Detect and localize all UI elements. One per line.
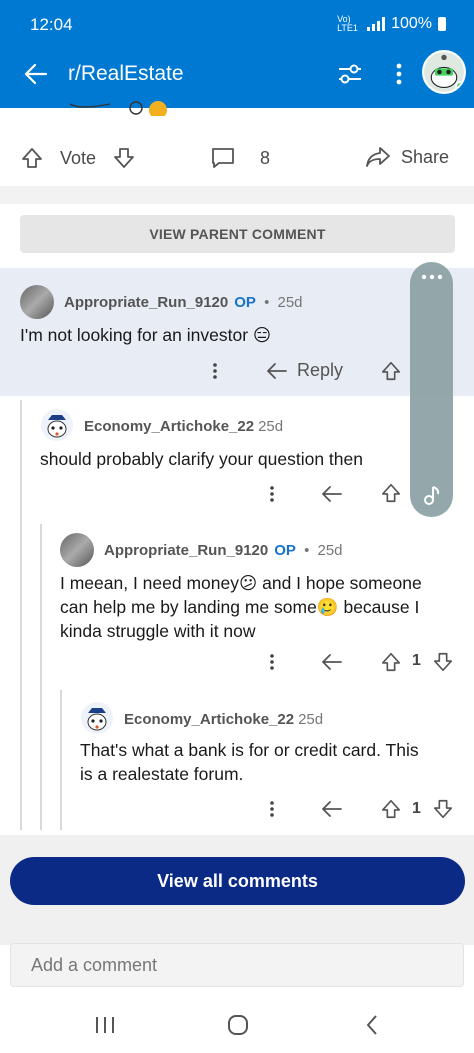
online-indicator xyxy=(455,81,464,91)
comment-age: 25d xyxy=(298,711,324,728)
reply-icon[interactable] xyxy=(320,799,344,819)
comments-button[interactable]: 8 xyxy=(210,146,270,170)
comment-author-line: Economy_Artichoke_22 25d xyxy=(124,711,323,728)
comment-author[interactable]: Appropriate_Run_9120 xyxy=(64,294,228,311)
reply-icon xyxy=(267,362,287,379)
floating-scroll-widget[interactable] xyxy=(410,262,453,517)
signal-icon xyxy=(367,17,386,31)
share-button[interactable]: Share xyxy=(365,146,449,168)
share-icon xyxy=(366,147,390,167)
upvote-icon[interactable] xyxy=(380,798,402,820)
comment-body-line: is a realestate forum. xyxy=(80,764,244,784)
reply-label: Reply xyxy=(297,360,344,380)
status-icons: Vo) LTE1 100% xyxy=(337,15,446,33)
comment-author[interactable]: Economy_Artichoke_22 xyxy=(84,418,254,435)
network-label: Vo) LTE1 xyxy=(337,14,358,33)
battery-icon xyxy=(438,17,446,31)
vote-label: Vote xyxy=(60,147,97,168)
op-badge: OP xyxy=(234,294,256,311)
comment-body-line: can help me by landing me some🥲 because … xyxy=(60,597,420,617)
recent-apps-icon[interactable] xyxy=(94,1015,116,1035)
avatar[interactable] xyxy=(40,408,74,442)
reply-icon[interactable] xyxy=(320,484,344,504)
thread-line xyxy=(60,690,62,830)
system-nav-bar xyxy=(0,997,474,1053)
comment-body-line: kinda struggle with it now xyxy=(60,621,256,641)
battery-label: 100% xyxy=(391,15,432,32)
comment-author[interactable]: Appropriate_Run_9120 xyxy=(104,542,268,559)
more-options-icon[interactable] xyxy=(392,60,406,88)
comment-body-line: I meean, I need money😕 and I hope someon… xyxy=(60,573,422,593)
downvote-icon[interactable] xyxy=(112,146,136,170)
subreddit-title[interactable]: r/RealEstate xyxy=(68,62,184,86)
add-comment-input[interactable]: Add a comment xyxy=(10,943,464,987)
comment-body: I'm not looking for an investor 😑 xyxy=(20,325,272,345)
comment-age: 25d xyxy=(258,418,284,435)
comment-body: should probably clarify your question th… xyxy=(40,449,363,469)
home-icon[interactable] xyxy=(227,1014,249,1036)
reply-icon[interactable] xyxy=(320,652,344,672)
status-time: 12:04 xyxy=(30,15,73,34)
filter-icon[interactable] xyxy=(337,61,363,87)
comment-icon xyxy=(212,148,234,168)
more-options-icon[interactable] xyxy=(266,652,278,672)
more-options-icon[interactable] xyxy=(266,799,278,819)
share-label: Share xyxy=(401,146,450,167)
comment-author-line: Economy_Artichoke_22 25d xyxy=(84,418,283,435)
section-divider xyxy=(0,186,474,204)
comment-author[interactable]: Economy_Artichoke_22 xyxy=(124,711,294,728)
post-body-fragment xyxy=(40,100,170,116)
back-icon[interactable] xyxy=(364,1014,380,1036)
upvote-icon[interactable] xyxy=(20,146,44,170)
comment-age: 25d xyxy=(317,542,343,559)
view-parent-comment-button[interactable]: VIEW PARENT COMMENT xyxy=(20,215,455,253)
comment-body: That's what a bank is for or credit card… xyxy=(80,738,419,786)
back-arrow-icon[interactable] xyxy=(22,60,50,88)
more-options-icon[interactable] xyxy=(420,272,444,282)
status-bar: 12:04 Vo) LTE1 100% xyxy=(0,0,474,50)
comment-author-line: Appropriate_Run_9120 OP • 25d xyxy=(104,542,343,559)
downvote-icon[interactable] xyxy=(432,651,454,673)
upvote-icon[interactable] xyxy=(380,651,402,673)
comment-body-line: That's what a bank is for or credit card… xyxy=(80,740,419,760)
downvote-icon[interactable] xyxy=(432,798,454,820)
more-options-icon[interactable] xyxy=(266,484,278,504)
more-options-icon[interactable] xyxy=(209,361,221,381)
reply-button[interactable]: Reply xyxy=(265,360,343,381)
thread-line xyxy=(40,524,42,830)
avatar[interactable] xyxy=(60,533,94,567)
user-avatar[interactable] xyxy=(422,50,466,94)
nav-bar: r/RealEstate xyxy=(0,50,474,100)
app-header: 12:04 Vo) LTE1 100% r/RealEstate xyxy=(0,0,474,108)
avatar[interactable] xyxy=(80,701,114,735)
score: 1 xyxy=(412,652,421,669)
upvote-icon[interactable] xyxy=(380,360,402,382)
view-all-comments-button[interactable]: View all comments xyxy=(10,857,465,905)
thread-line xyxy=(20,400,22,830)
post-action-bar: Vote 8 Share xyxy=(0,134,474,186)
comment-body: I meean, I need money😕 and I hope someon… xyxy=(60,571,422,643)
comment-author-line: Appropriate_Run_9120 OP • 25d xyxy=(64,294,303,311)
audio-icon[interactable] xyxy=(421,484,443,506)
avatar[interactable] xyxy=(20,285,54,319)
comments-count: 8 xyxy=(260,147,271,168)
comment-age: 25d xyxy=(277,294,303,311)
op-badge: OP xyxy=(274,542,296,559)
score: 1 xyxy=(412,800,421,817)
vote-group: Vote xyxy=(20,146,136,170)
upvote-icon[interactable] xyxy=(380,482,402,504)
